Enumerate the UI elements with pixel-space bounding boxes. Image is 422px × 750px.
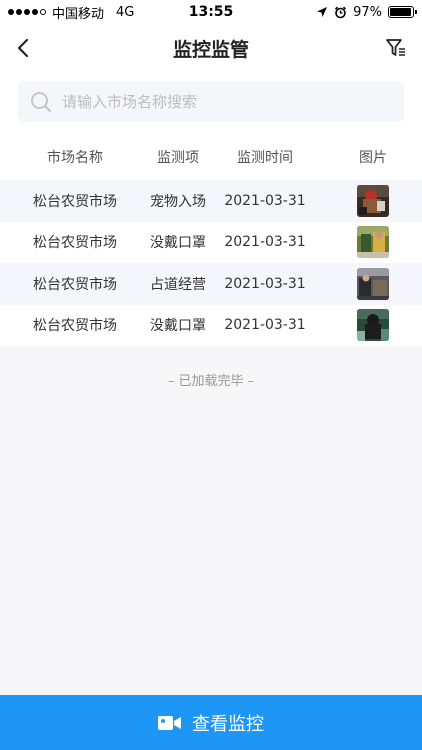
load-complete-text: – 已加载完毕 – [167, 374, 255, 389]
table-row[interactable]: 松台农贸市场 没戴口罩 2021-03-31 [0, 221, 422, 263]
status-time: 13:55 [188, 4, 234, 20]
search-wrap [0, 72, 422, 134]
view-monitor-label: 查看监控 [192, 713, 264, 735]
page-title: 监控监管 [172, 38, 249, 61]
status-left: 中国移动 4G [8, 3, 134, 22]
header-market: 市场名称 [47, 150, 103, 166]
cell-time: 2021-03-31 [224, 192, 306, 209]
cell-item: 没戴口罩 [150, 235, 206, 252]
header-time: 监测时间 [237, 150, 293, 166]
search-icon [31, 91, 52, 112]
content-top: 市场名称 监测项 监测时间 图片 [0, 72, 422, 180]
cell-time: 2021-03-31 [224, 234, 306, 251]
photo-thumbnail[interactable] [357, 184, 389, 217]
filter-icon[interactable] [384, 36, 408, 60]
network-label: 4G [116, 4, 135, 20]
cell-market: 松台农贸市场 [33, 276, 117, 293]
nav-bar: 监控监管 [0, 24, 422, 72]
alarm-clock-icon [335, 6, 347, 18]
table-header: 市场名称 监测项 监测时间 图片 [0, 134, 422, 180]
search-bar[interactable] [18, 81, 404, 122]
cell-market: 松台农贸市场 [33, 193, 117, 210]
table-row[interactable]: 松台农贸市场 宠物入场 2021-03-31 [0, 180, 422, 222]
header-area: 中国移动 4G 13:55 97% 监控监管 [0, 0, 422, 72]
carrier-label: 中国移动 [52, 6, 105, 22]
cell-image [324, 267, 422, 300]
cell-image [324, 309, 422, 342]
header-image: 图片 [359, 150, 387, 166]
table-row[interactable]: 松台农贸市场 没戴口罩 2021-03-31 [0, 304, 422, 346]
view-monitor-button[interactable]: 查看监控 [0, 695, 422, 750]
cell-item: 占道经营 [150, 276, 206, 293]
video-camera-icon [158, 715, 181, 730]
photo-thumbnail[interactable] [357, 226, 389, 259]
status-right: 97% [316, 4, 417, 20]
table-row[interactable]: 松台农贸市场 占道经营 2021-03-31 [0, 263, 422, 305]
status-bar: 中国移动 4G 13:55 97% [0, 0, 422, 24]
photo-thumbnail[interactable] [357, 267, 389, 300]
battery-fill [390, 8, 412, 16]
cell-market: 松台农贸市场 [33, 318, 117, 335]
location-arrow-icon [317, 7, 328, 17]
cell-image [324, 226, 422, 259]
cell-item: 没戴口罩 [150, 318, 206, 335]
cell-image [324, 184, 422, 217]
photo-thumbnail[interactable] [357, 309, 389, 342]
cell-time: 2021-03-31 [224, 317, 306, 334]
chevron-left-icon[interactable] [14, 36, 34, 60]
battery-percent: 97% [353, 4, 382, 20]
battery-icon [388, 6, 417, 18]
signal-icon [8, 9, 46, 15]
cell-time: 2021-03-31 [224, 275, 306, 292]
cell-item: 宠物入场 [150, 193, 206, 210]
header-item: 监测项 [157, 150, 199, 166]
search-input[interactable] [62, 92, 392, 111]
table-body: 松台农贸市场 宠物入场 2021-03-31 松台农贸市场 没戴口罩 2021-… [0, 180, 422, 346]
cell-market: 松台农贸市场 [33, 235, 117, 252]
